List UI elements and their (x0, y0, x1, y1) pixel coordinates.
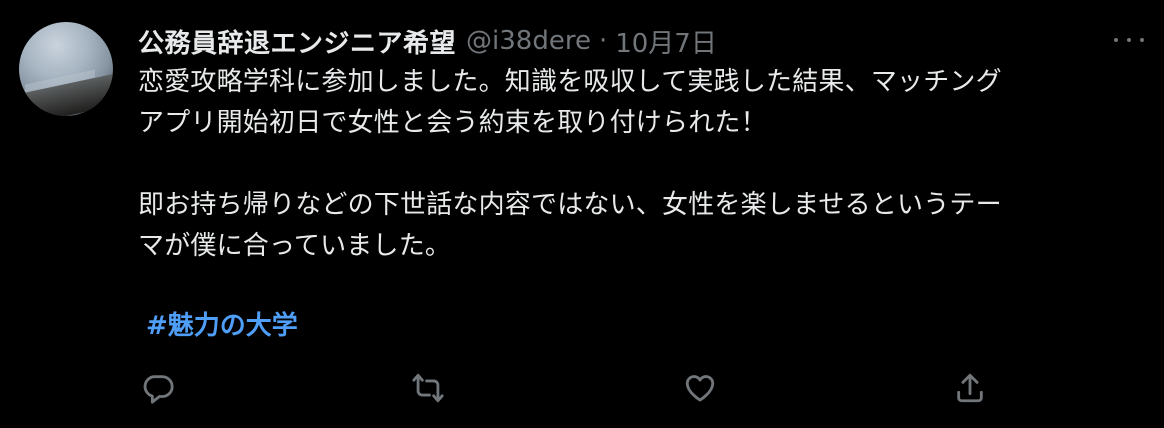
tweet-card[interactable]: 公務員辞退エンジニア希望 @i38dere · 10月7日 恋愛攻略学科に参加し… (0, 0, 1164, 428)
like-button[interactable] (680, 368, 720, 408)
retweet-icon (412, 373, 444, 403)
tweet-text-line: マが僕に合っていました。 (138, 231, 452, 261)
hashtag-link[interactable]: #魅力の大学 (146, 306, 298, 347)
tweet-text-line: 即お持ち帰りなどの下世話な内容ではない、女性を楽しませるというテー (138, 190, 1002, 220)
more-dot (1140, 38, 1144, 42)
retweet-button[interactable] (408, 368, 448, 408)
tweet-text-line: 恋愛攻略学科に参加しました。知識を吸収して実践した結果、マッチング (138, 67, 1002, 97)
tweet-text-line: アプリ開始初日で女性と会う約束を取り付けられた！ (138, 108, 767, 138)
tweet-header: 公務員辞退エンジニア希望 @i38dere · 10月7日 (138, 22, 717, 60)
reply-icon (143, 375, 174, 404)
reply-button[interactable] (138, 368, 178, 408)
avatar[interactable] (19, 22, 113, 116)
separator-dot: · (598, 26, 608, 56)
share-icon (957, 373, 983, 403)
display-name[interactable]: 公務員辞退エンジニア希望 (138, 23, 456, 60)
like-icon (685, 375, 715, 402)
tweet-text: 恋愛攻略学科に参加しました。知識を吸収して実践した結果、マッチング アプリ開始初… (138, 62, 1138, 267)
more-dot (1114, 38, 1118, 42)
tweet-date[interactable]: 10月7日 (615, 23, 717, 60)
more-dot (1127, 38, 1131, 42)
share-button[interactable] (950, 368, 990, 408)
more-options-icon[interactable] (1114, 30, 1144, 50)
user-handle[interactable]: @i38dere (466, 26, 591, 56)
tweet-actions (138, 368, 998, 408)
